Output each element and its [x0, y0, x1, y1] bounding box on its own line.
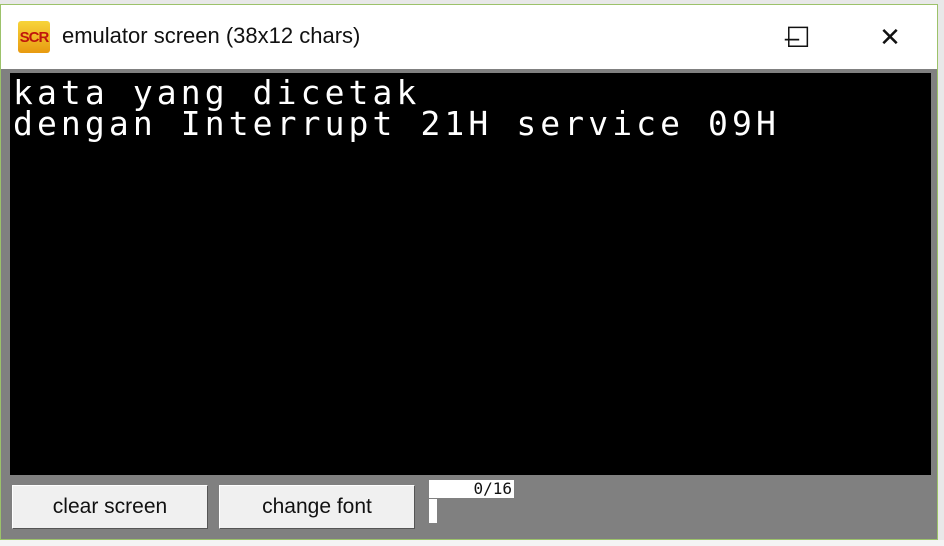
window-title: emulator screen (38x12 chars)	[62, 23, 361, 48]
background-window	[0, 540, 944, 546]
change-font-button[interactable]: change font	[219, 485, 415, 529]
clear-screen-button[interactable]: clear screen	[12, 485, 208, 529]
close-button[interactable]: ✕	[867, 15, 913, 59]
maximize-button[interactable]: ☐	[775, 15, 821, 59]
app-icon-label: SCR	[19, 28, 50, 46]
emulator-screen-window: SCR emulator screen (38x12 chars) – ☐ ✕ …	[0, 4, 938, 540]
buffer-counter: 0/16	[429, 480, 514, 498]
title-bar[interactable]: SCR emulator screen (38x12 chars) – ☐ ✕	[1, 5, 937, 69]
buffer-progress-bar	[429, 499, 437, 523]
screen-line: dengan Interrupt 21H service 09H	[13, 104, 780, 143]
emulator-display[interactable]: kata yang dicetak dengan Interrupt 21H s…	[10, 73, 931, 475]
app-icon: SCR	[18, 21, 50, 53]
